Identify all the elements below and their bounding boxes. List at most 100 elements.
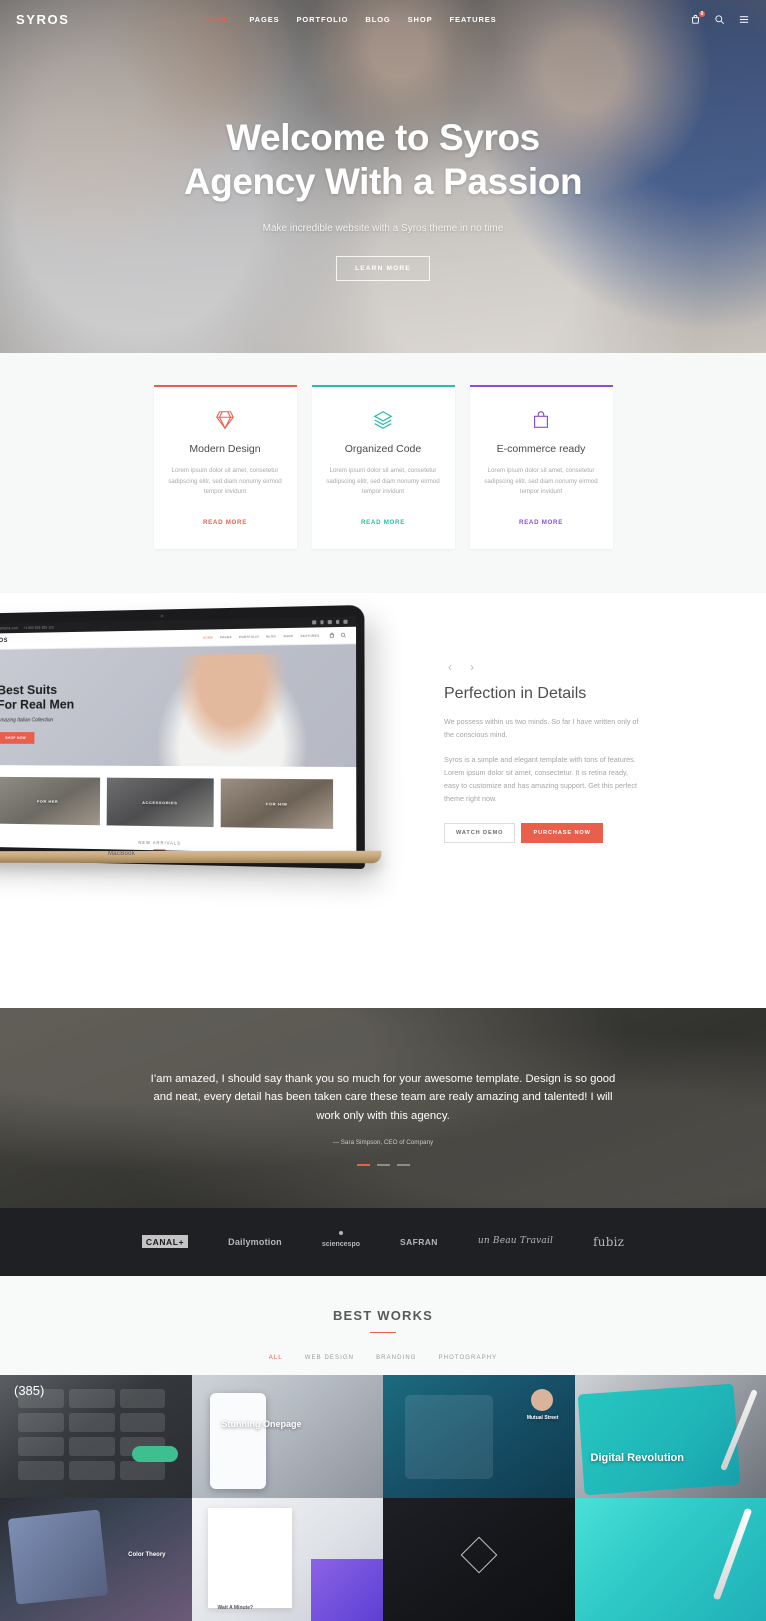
screen-category-for-her: FOR HER xyxy=(0,776,100,824)
screen-nav-blog: BLOG xyxy=(266,633,276,637)
carousel-dot-2[interactable] xyxy=(377,1164,390,1166)
laptop-body: info@syrostheme.com +1 800 555 555 123 S… xyxy=(0,604,365,868)
social-icon-linkedin xyxy=(336,619,340,623)
feature-read-more-link[interactable]: READ MORE xyxy=(203,519,247,526)
nav-icon-group: 0 xyxy=(690,14,750,25)
portfolio-tile[interactable] xyxy=(575,1498,766,1621)
showcase-paragraph-1: We possess within us two minds. So far I… xyxy=(444,715,641,741)
shopping-bag-icon xyxy=(484,409,599,431)
avatar xyxy=(531,1389,553,1411)
filter-web-design[interactable]: WEB DESIGN xyxy=(305,1355,354,1361)
laptop-mockup: info@syrostheme.com +1 800 555 555 123 S… xyxy=(0,593,430,1008)
screen-category-label: FOR HER xyxy=(37,798,58,803)
feature-card-title: Organized Code xyxy=(326,443,441,455)
tile-label: Mutual Street xyxy=(527,1415,559,1421)
chevron-right-icon[interactable]: › xyxy=(466,661,478,673)
phone-mockup-icon xyxy=(210,1393,266,1489)
dialer-keys-icon xyxy=(18,1389,166,1480)
client-logos-section: CANAL+ Dailymotion sciencespo SAFRAN un … xyxy=(0,1208,766,1276)
tile-label: Color Theory xyxy=(128,1552,165,1558)
feature-card-text: Lorem ipsum dolor sit amet, consetetur s… xyxy=(168,466,283,498)
portfolio-tile[interactable]: Digital Revolution xyxy=(575,1375,766,1498)
tile-label: Digital Revolution xyxy=(591,1452,685,1464)
client-logo-safran[interactable]: SAFRAN xyxy=(400,1232,438,1252)
showcase-title: Perfection in Details xyxy=(444,685,641,703)
screen-shop-now-button: SHOP NOW xyxy=(0,731,34,743)
carousel-dot-3[interactable] xyxy=(397,1164,410,1166)
feature-card-modern-design[interactable]: Modern Design Lorem ipsum dolor sit amet… xyxy=(154,385,297,549)
tablet-mockup-icon xyxy=(577,1384,739,1496)
screen-topbar-email: info@syrostheme.com xyxy=(0,626,18,631)
cart-icon[interactable]: 0 xyxy=(690,14,701,25)
filter-branding[interactable]: BRANDING xyxy=(376,1355,416,1361)
nav-item-portfolio[interactable]: PORTFOLIO xyxy=(297,15,349,24)
tile-label: Stunning Onepage xyxy=(222,1419,302,1429)
nav-item-features[interactable]: FEATURES xyxy=(450,15,497,24)
phone-screen-icon xyxy=(311,1559,383,1621)
filter-photography[interactable]: PHOTOGRAPHY xyxy=(439,1355,498,1361)
hero-content: Welcome to Syros Agency With a Passion M… xyxy=(0,38,766,281)
client-logo-fubiz[interactable]: fubiz xyxy=(593,1232,624,1252)
portfolio-tile[interactable] xyxy=(383,1498,575,1621)
search-icon[interactable] xyxy=(714,14,725,25)
screen-category-cards: FOR HER ACCESSORIES FOR HIM xyxy=(0,765,356,829)
best-works-title: BEST WORKS xyxy=(0,1308,766,1323)
hero-title: Welcome to Syros Agency With a Passion xyxy=(0,116,766,204)
watch-demo-button[interactable]: WATCH DEMO xyxy=(444,823,515,843)
filter-all[interactable]: ALL xyxy=(269,1355,283,1361)
purchase-now-button[interactable]: PURCHASE NOW xyxy=(521,823,602,843)
device-label: MacBook xyxy=(108,851,135,857)
social-icon-pinterest xyxy=(344,619,348,623)
client-logo-un-beau-travail[interactable]: un Beau Travail xyxy=(478,1232,553,1252)
nav-item-blog[interactable]: BLOG xyxy=(365,15,390,24)
stylus-pen-icon xyxy=(713,1508,752,1601)
screen-social-icons xyxy=(312,619,347,623)
social-icon-facebook xyxy=(320,620,324,624)
carousel-dot-1[interactable] xyxy=(357,1164,370,1166)
screen-hero: Best Suits For Real Men Amazing Italian … xyxy=(0,643,356,766)
feature-card-text: Lorem ipsum dolor sit amet, consetetur s… xyxy=(484,466,599,498)
feature-read-more-link[interactable]: READ MORE xyxy=(361,519,405,526)
portfolio-grid: (385) Stunning Onepage Mutual Street Dig… xyxy=(0,1375,766,1621)
screen-nav-pages: PAGES xyxy=(220,634,232,638)
learn-more-button[interactable]: LEARN MORE xyxy=(336,256,430,281)
screen-hero-title-1: Best Suits xyxy=(0,681,74,696)
portfolio-tile[interactable]: Stunning Onepage xyxy=(192,1375,384,1498)
client-logo-sciencespo[interactable]: sciencespo xyxy=(322,1232,360,1252)
client-logo-dailymotion[interactable]: Dailymotion xyxy=(228,1232,282,1252)
nav-item-shop[interactable]: SHOP xyxy=(408,15,433,24)
screen-category-for-him: FOR HIM xyxy=(221,778,333,828)
feature-card-title: E-commerce ready xyxy=(484,443,599,455)
feature-card-organized-code[interactable]: Organized Code Lorem ipsum dolor sit ame… xyxy=(312,385,455,549)
hero-title-line-1: Welcome to Syros xyxy=(226,117,540,158)
portfolio-tile[interactable]: Color Theory xyxy=(0,1498,192,1621)
screen-category-label: FOR HIM xyxy=(266,800,288,805)
hamburger-menu-icon[interactable] xyxy=(738,14,750,25)
tablet-gallery-icon xyxy=(8,1509,108,1604)
screen-menu: HOME PAGES PORTFOLIO BLOG SHOP FEATURES xyxy=(203,633,320,639)
feature-read-more-link[interactable]: READ MORE xyxy=(519,519,563,526)
call-button-icon xyxy=(132,1446,178,1462)
screen-category-accessories: ACCESSORIES xyxy=(106,777,214,826)
diamond-icon xyxy=(168,409,283,431)
screen-nav-home: HOME xyxy=(203,635,213,639)
client-logo-canal-plus[interactable]: CANAL+ xyxy=(142,1232,188,1252)
screen-hero-title-2: For Real Men xyxy=(0,696,74,711)
testimonial-section: I’am amazed, I should say thank you so m… xyxy=(0,1008,766,1208)
feature-card-ecommerce-ready[interactable]: E-commerce ready Lorem ipsum dolor sit a… xyxy=(470,385,613,549)
cart-badge: 0 xyxy=(699,11,705,17)
showcase-paragraph-2: Syros is a simple and elegant template w… xyxy=(444,753,641,805)
screen-hero-subtitle: Amazing Italian Collection xyxy=(0,716,74,722)
portfolio-filters: ALL WEB DESIGN BRANDING PHOTOGRAPHY xyxy=(0,1333,766,1375)
chevron-left-icon[interactable]: ‹ xyxy=(444,661,456,673)
portfolio-tile[interactable]: (385) xyxy=(0,1375,192,1498)
nav-item-pages[interactable]: PAGES xyxy=(249,15,279,24)
portfolio-tile[interactable]: Mutual Street xyxy=(383,1375,575,1498)
feature-card-text: Lorem ipsum dolor sit amet, consetetur s… xyxy=(326,466,441,498)
chat-window-icon xyxy=(405,1395,493,1479)
laptop-base xyxy=(0,850,381,862)
nav-item-home[interactable]: HOME xyxy=(206,15,232,24)
site-logo[interactable]: SYROS xyxy=(16,12,70,27)
portfolio-tile[interactable]: Wait A Minute? xyxy=(192,1498,384,1621)
screen-new-arrivals-title: NEW ARRIVALS xyxy=(0,836,356,848)
